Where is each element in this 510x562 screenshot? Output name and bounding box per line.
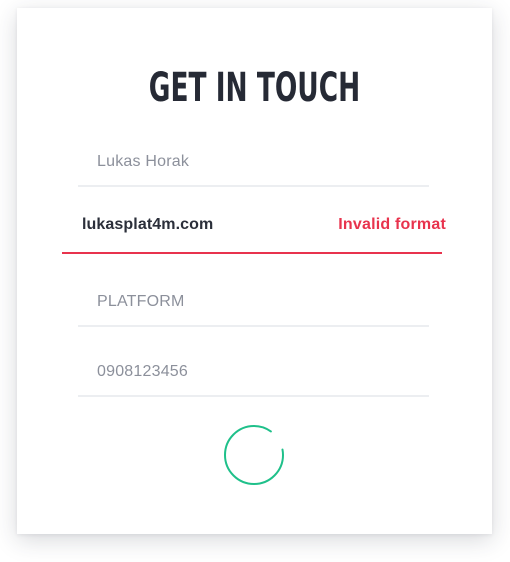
email-field[interactable]: lukasplat4m.com Invalid format <box>62 204 446 254</box>
company-field[interactable]: PLATFORM <box>78 285 429 327</box>
contact-card: GET IN TOUCH Lukas Horak lukasplat4m.com… <box>17 8 492 534</box>
company-field-value: PLATFORM <box>97 293 185 310</box>
name-field-value: Lukas Horak <box>97 153 190 170</box>
phone-field-value: 0908123456 <box>97 363 188 380</box>
name-field[interactable]: Lukas Horak <box>78 145 429 187</box>
email-error-message: Invalid format <box>338 216 446 233</box>
loading-spinner-icon <box>224 425 284 485</box>
form-title: GET IN TOUCH <box>148 65 361 111</box>
email-field-value: lukasplat4m.com <box>82 216 214 233</box>
phone-field[interactable]: 0908123456 <box>78 355 429 397</box>
